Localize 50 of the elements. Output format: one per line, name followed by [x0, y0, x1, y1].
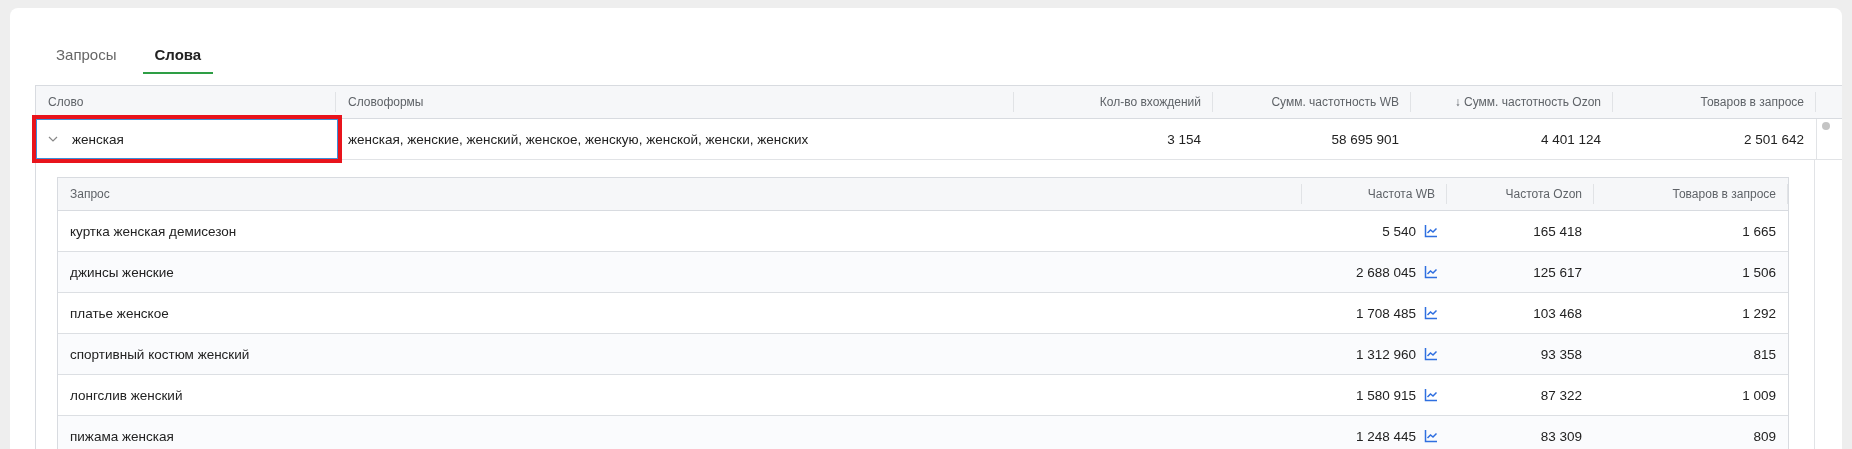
table-cell-text: 165 418	[1532, 223, 1583, 239]
table-cell-text: 815	[1752, 346, 1777, 362]
line-chart-icon[interactable]	[1424, 429, 1438, 443]
table-cell-text: 58 695 901	[1330, 131, 1400, 147]
column-header[interactable]: Словоформы	[336, 95, 1014, 109]
word-text: женская	[72, 131, 124, 147]
line-chart-icon[interactable]	[1424, 306, 1438, 320]
table-cell-text: 83 309	[1539, 428, 1583, 444]
table-cell-text: 1 009	[1741, 387, 1777, 403]
table-cell: 5 540	[1382, 223, 1416, 239]
table-cell-text: 2 501 642	[1742, 131, 1805, 147]
table-cell-text: 103 468	[1532, 305, 1583, 321]
column-header[interactable]: Товаров в запросе	[1613, 95, 1816, 109]
line-chart-icon[interactable]	[1424, 347, 1438, 361]
table-cell-text: 3 154	[1166, 131, 1202, 147]
table-cell-text: 125 617	[1532, 264, 1583, 280]
table-cell-text: 87 322	[1539, 387, 1583, 403]
query-cell-text: пижама женская	[69, 428, 175, 444]
table-cell: 1 580 915	[1355, 387, 1416, 403]
query-cell-text: куртка женская демисезон	[69, 223, 238, 239]
table-cell: 2 688 045	[1355, 264, 1416, 280]
column-header[interactable]: ↓ Сумм. частотность Ozon	[1411, 95, 1613, 109]
line-chart-icon[interactable]	[1424, 388, 1438, 402]
line-chart-icon[interactable]	[1424, 265, 1438, 279]
query-cell-text: спортивный костюм женский	[69, 346, 251, 362]
word-forms-cell-text: женская, женские, женский, женское, женскую, женской, женски, женских	[347, 131, 810, 147]
table-cell-text: 1 292	[1741, 305, 1777, 321]
column-header[interactable]: Сумм. частотность WB	[1213, 95, 1411, 109]
tab[interactable]: Запросы	[44, 36, 129, 74]
column-header[interactable]: Запрос	[58, 187, 1302, 201]
column-header[interactable]: Частота WB	[1302, 187, 1447, 201]
chevron-down-icon	[48, 134, 58, 144]
query-cell-text: лонгслив женский	[69, 387, 184, 403]
line-chart-icon[interactable]	[1424, 224, 1438, 238]
column-header[interactable]: Товаров в запросе	[1594, 187, 1788, 201]
table-cell: 1 248 445	[1355, 428, 1416, 444]
scrollbar-thumb[interactable]	[1822, 122, 1830, 130]
table-cell: 1 312 960	[1355, 346, 1416, 362]
query-cell-text: джинсы женские	[69, 264, 175, 280]
table-cell-text: 4 401 124	[1539, 131, 1602, 147]
tab[interactable]: Слова	[142, 36, 214, 74]
table-cell-text: 1 506	[1741, 264, 1777, 280]
column-header[interactable]: Частота Ozon	[1447, 187, 1594, 201]
table-cell-text: 1 665	[1741, 223, 1777, 239]
table-cell-text: 93 358	[1539, 346, 1583, 362]
table-cell-text: 809	[1752, 428, 1777, 444]
column-header[interactable]: Кол-во вхождений	[1014, 95, 1213, 109]
query-cell-text: платье женское	[69, 305, 170, 321]
column-header[interactable]: Слово	[36, 95, 336, 109]
table-cell: 1 708 485	[1355, 305, 1416, 321]
